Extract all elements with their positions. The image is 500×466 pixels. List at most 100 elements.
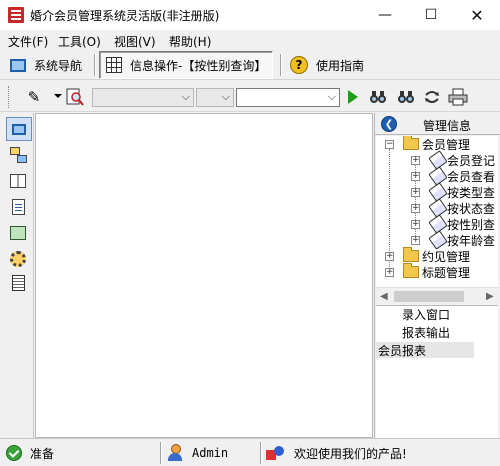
list-item-member-report[interactable]: 会员报表 — [376, 342, 474, 358]
chart-button[interactable] — [8, 223, 28, 243]
status-welcome-text: 欢迎使用我们的产品! — [294, 446, 407, 461]
tree-node-label: 会员管理 — [422, 137, 471, 152]
tree-leaf[interactable]: 按类型查 — [428, 182, 496, 202]
tree-expander[interactable]: + — [411, 220, 420, 229]
list-icon — [11, 275, 25, 291]
tree-horizontal-scrollbar[interactable]: ◀ ▶ — [376, 287, 498, 304]
shapes-icon — [266, 444, 286, 462]
user-guide-button[interactable]: ? 使用指南 — [284, 51, 370, 79]
status-bar: 准备 Admin 欢迎使用我们的产品! — [0, 438, 500, 466]
list-item-report-output[interactable]: 报表输出 — [400, 324, 450, 340]
tree-expander[interactable]: + — [411, 236, 420, 245]
nav-tree: − 会员管理 + 会员登记 + 会员查看 + 按类型查 + 按状态查 + 按性别… — [376, 136, 498, 291]
tree-node-label: 约见管理 — [422, 249, 471, 264]
list-button[interactable] — [8, 273, 28, 293]
tree-node-label: 标题管理 — [422, 265, 471, 280]
tree-leaf[interactable]: 按年龄查 — [428, 230, 496, 250]
run-query-icon[interactable] — [348, 90, 358, 104]
list-item-entry-window[interactable]: 录入窗口 — [400, 306, 450, 322]
tree-node-label: 按类型查 — [447, 185, 496, 200]
tree-node-label: 按状态查 — [447, 201, 496, 216]
tree-node-label: 按年龄查 — [447, 233, 496, 248]
folder-icon — [403, 247, 419, 262]
tree-leaf[interactable]: 会员登记 — [428, 150, 496, 170]
user-icon — [166, 444, 184, 462]
title-bar: 婚介会员管理系统灵活版(非注册版) — ☐ ✕ — [0, 0, 500, 30]
tree-expander[interactable]: + — [385, 268, 394, 277]
toolbar-grip[interactable] — [8, 86, 11, 108]
tree-expander[interactable]: − — [385, 140, 394, 149]
status-ready: 准备 — [6, 441, 54, 465]
pencil-icon[interactable]: ✎ — [24, 87, 44, 107]
tree-expander[interactable]: + — [411, 172, 420, 181]
folder-icon — [403, 136, 419, 150]
status-welcome: 欢迎使用我们的产品! — [266, 441, 407, 465]
view-monitor-button[interactable] — [6, 117, 32, 141]
close-button[interactable]: ✕ — [454, 0, 500, 30]
main-content-area[interactable] — [35, 113, 373, 438]
info-ops-button[interactable]: 信息操作-【按性别查询】 — [99, 51, 274, 79]
tree-node-date-mgmt[interactable]: 约见管理 — [403, 247, 471, 264]
menu-view[interactable]: 视图(V) — [114, 33, 156, 50]
monitor-icon — [10, 58, 26, 72]
user-guide-label: 使用指南 — [316, 58, 365, 73]
tree-expander[interactable]: + — [411, 156, 420, 165]
system-nav-label: 系统导航 — [34, 58, 83, 73]
pencil-dropdown-arrow[interactable] — [54, 94, 62, 98]
filter-combo-1[interactable]: ⌵ — [92, 88, 194, 107]
grid-icon — [106, 57, 122, 73]
toolbar-divider — [280, 54, 282, 76]
tree-node-label: 按性别查 — [447, 217, 496, 232]
menu-file[interactable]: 文件(F) — [8, 33, 48, 50]
system-nav-button[interactable]: 系统导航 — [4, 51, 88, 79]
scrollbar-thumb[interactable] — [394, 291, 464, 302]
monitor-icon — [12, 123, 26, 135]
scroll-right-icon[interactable]: ▶ — [486, 291, 494, 302]
tree-node-label: 会员查看 — [447, 169, 496, 184]
chevron-down-icon: ⌵ — [221, 90, 230, 103]
minimize-button[interactable]: — — [362, 0, 408, 30]
document-button[interactable] — [8, 197, 28, 217]
window-list: 录入窗口 报表输出 会员报表 — [376, 305, 498, 438]
scroll-left-icon[interactable]: ◀ — [380, 291, 388, 302]
structure-button[interactable] — [8, 145, 28, 165]
status-divider — [260, 442, 262, 464]
preview-icon[interactable] — [65, 87, 85, 107]
status-user: Admin — [166, 441, 228, 465]
filter-combo-2[interactable]: ⌵ — [196, 88, 234, 107]
refresh-icon[interactable] — [422, 87, 442, 107]
nav-toolbar: 系统导航 信息操作-【按性别查询】 ? 使用指南 — [0, 50, 500, 80]
binoculars-icon[interactable] — [368, 87, 388, 107]
tree-leaf[interactable]: 按性别查 — [428, 214, 496, 234]
maximize-button[interactable]: ☐ — [408, 0, 454, 30]
filter-value-combo[interactable]: ⌵ — [236, 88, 340, 107]
ready-icon — [6, 445, 22, 461]
book-button[interactable] — [8, 171, 28, 191]
status-divider — [160, 442, 162, 464]
panel-title: 管理信息 — [423, 119, 472, 133]
tree-node-label: 会员登记 — [447, 153, 496, 168]
tree-expander[interactable]: + — [411, 204, 420, 213]
tree-expander[interactable]: + — [385, 252, 394, 261]
tree-leaf[interactable]: 按状态查 — [428, 198, 496, 218]
network-icon — [10, 147, 27, 163]
tree-node-title-mgmt[interactable]: 标题管理 — [403, 263, 471, 280]
book-icon — [10, 174, 26, 188]
tree-node-member-mgmt[interactable]: 会员管理 — [403, 136, 470, 152]
binoculars-icon[interactable] — [396, 87, 416, 107]
menu-tools[interactable]: 工具(O) — [58, 33, 101, 50]
tree-expander[interactable]: + — [411, 188, 420, 197]
tool-row: ✎ ⌵ ⌵ ⌵ — [0, 82, 500, 112]
tree-leaf[interactable]: 会员查看 — [428, 166, 496, 186]
left-toolstrip — [0, 113, 34, 438]
chart-icon — [10, 226, 26, 240]
window-title: 婚介会员管理系统灵活版(非注册版) — [30, 9, 220, 23]
settings-button[interactable] — [8, 249, 28, 269]
menu-help[interactable]: 帮助(H) — [169, 33, 211, 50]
printer-icon[interactable] — [448, 87, 468, 107]
collapse-icon[interactable]: ❮ — [381, 116, 397, 132]
status-user-text: Admin — [192, 446, 229, 460]
chevron-down-icon: ⌵ — [181, 90, 190, 103]
status-ready-text: 准备 — [30, 446, 55, 461]
app-icon — [8, 7, 24, 23]
